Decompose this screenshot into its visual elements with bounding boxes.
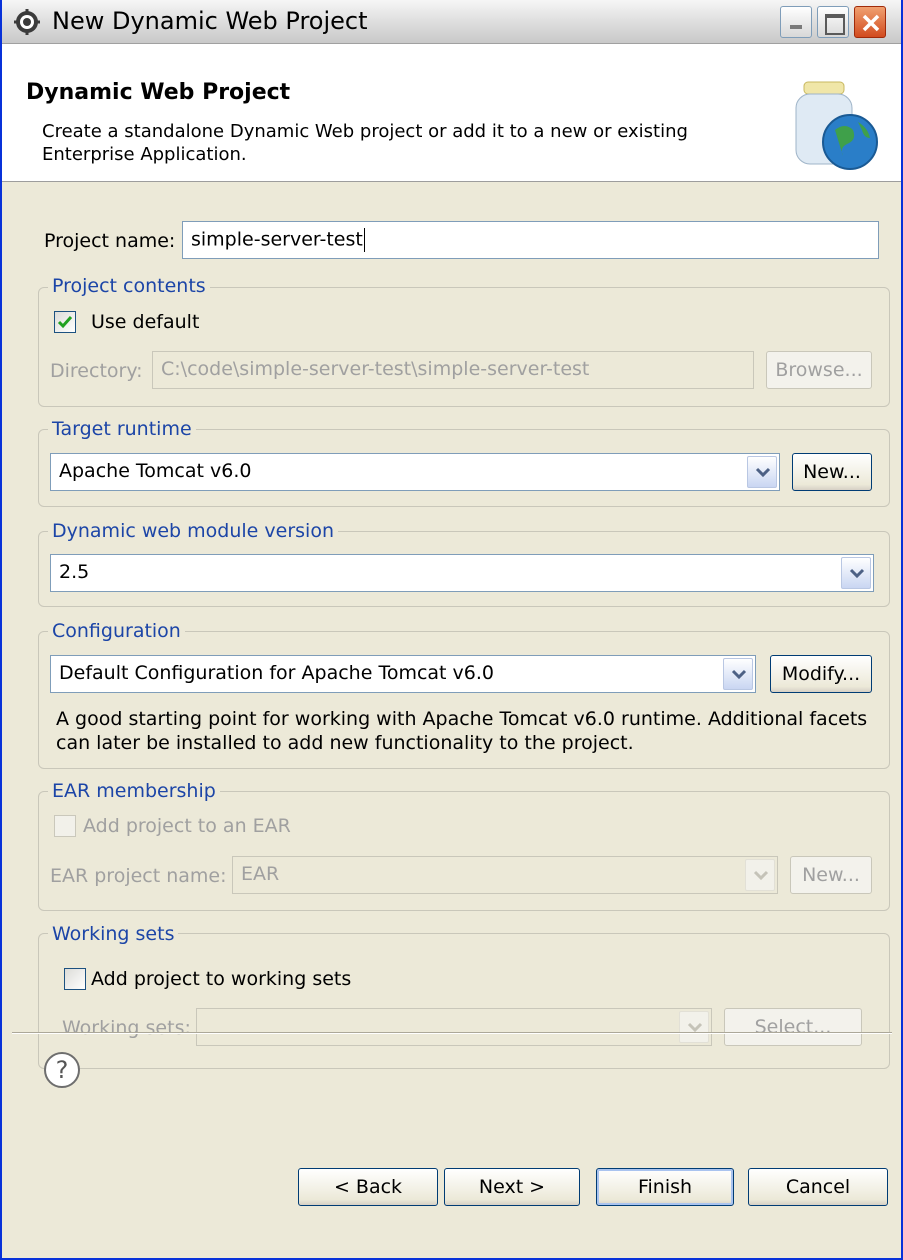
back-button[interactable]: < Back	[298, 1168, 438, 1206]
finish-button[interactable]: Finish	[596, 1168, 734, 1206]
working-sets-dropdown-button[interactable]	[679, 1011, 709, 1043]
project-name-input[interactable]: simple-server-test	[182, 221, 879, 259]
close-icon	[862, 14, 880, 32]
close-button[interactable]	[854, 6, 886, 38]
working-sets-select[interactable]	[196, 1008, 712, 1046]
configuration-dropdown-button[interactable]	[723, 658, 753, 690]
chevron-down-icon	[731, 669, 747, 680]
globe-jar-icon	[795, 81, 878, 170]
add-to-ear-checkbox[interactable]	[54, 815, 76, 837]
ear-membership-title: EAR membership	[48, 780, 220, 802]
cancel-button[interactable]: Cancel	[748, 1168, 888, 1206]
page-description: Create a standalone Dynamic Web project …	[42, 121, 688, 165]
directory-label: Directory:	[50, 360, 143, 382]
add-to-working-sets-label: Add project to working sets	[91, 968, 352, 990]
module-version-title: Dynamic web module version	[48, 520, 338, 542]
gear-icon	[14, 9, 40, 35]
chevron-down-icon	[849, 568, 865, 579]
project-contents-title: Project contents	[48, 275, 210, 297]
module-version-value: 2.5	[59, 561, 90, 583]
module-version-dropdown-button[interactable]	[841, 557, 871, 589]
directory-input[interactable]: C:\code\simple-server-test\simple-server…	[152, 351, 754, 389]
ear-new-button[interactable]: New...	[790, 856, 872, 894]
ear-project-name-label: EAR project name:	[50, 865, 227, 887]
target-runtime-select[interactable]: Apache Tomcat v6.0	[50, 453, 780, 491]
target-runtime-value: Apache Tomcat v6.0	[59, 460, 252, 482]
text-caret	[363, 228, 365, 252]
add-to-working-sets-checkbox[interactable]	[64, 968, 86, 990]
browse-button[interactable]: Browse...	[766, 351, 872, 389]
directory-value: C:\code\simple-server-test\simple-server…	[161, 358, 590, 380]
add-to-ear-label: Add project to an EAR	[83, 815, 291, 837]
configuration-modify-button[interactable]: Modify...	[770, 655, 872, 693]
next-button[interactable]: Next >	[444, 1168, 580, 1206]
project-name-value: simple-server-test	[191, 228, 363, 251]
use-default-checkbox[interactable]	[54, 311, 76, 333]
window-title: New Dynamic Web Project	[52, 7, 368, 35]
chevron-down-icon	[755, 467, 771, 478]
ear-project-name-select[interactable]: EAR	[232, 856, 778, 894]
ear-project-name-value: EAR	[241, 863, 280, 885]
project-contents-group	[38, 287, 890, 407]
working-sets-select-button[interactable]: Select...	[724, 1008, 862, 1046]
project-name-label: Project name:	[44, 230, 176, 252]
check-icon	[57, 316, 73, 329]
button-bar-separator	[12, 1032, 892, 1034]
minimize-button[interactable]	[780, 6, 812, 38]
dialog-window: New Dynamic Web Project Dynamic Web Proj…	[0, 0, 903, 1260]
target-runtime-new-button[interactable]: New...	[792, 453, 872, 491]
target-runtime-dropdown-button[interactable]	[747, 456, 777, 488]
chevron-down-icon	[753, 870, 769, 881]
help-icon[interactable]: ?	[44, 1052, 80, 1088]
working-sets-label: Working sets:	[62, 1017, 191, 1039]
target-runtime-title: Target runtime	[48, 418, 196, 440]
configuration-value: Default Configuration for Apache Tomcat …	[59, 662, 494, 684]
configuration-title: Configuration	[48, 620, 185, 642]
module-version-select[interactable]: 2.5	[50, 554, 874, 592]
working-sets-title: Working sets	[48, 923, 179, 945]
title-bar[interactable]: New Dynamic Web Project	[2, 0, 901, 44]
use-default-label: Use default	[91, 311, 200, 333]
configuration-description: A good starting point for working with A…	[56, 708, 868, 754]
working-sets-group	[38, 933, 890, 1069]
maximize-button[interactable]	[817, 6, 849, 38]
configuration-select[interactable]: Default Configuration for Apache Tomcat …	[50, 655, 756, 693]
wizard-header: Dynamic Web Project Create a standalone …	[2, 44, 901, 182]
page-title: Dynamic Web Project	[26, 80, 291, 105]
ear-dropdown-button[interactable]	[745, 859, 775, 891]
wizard-body: Project name: simple-server-test Project…	[2, 183, 901, 1193]
